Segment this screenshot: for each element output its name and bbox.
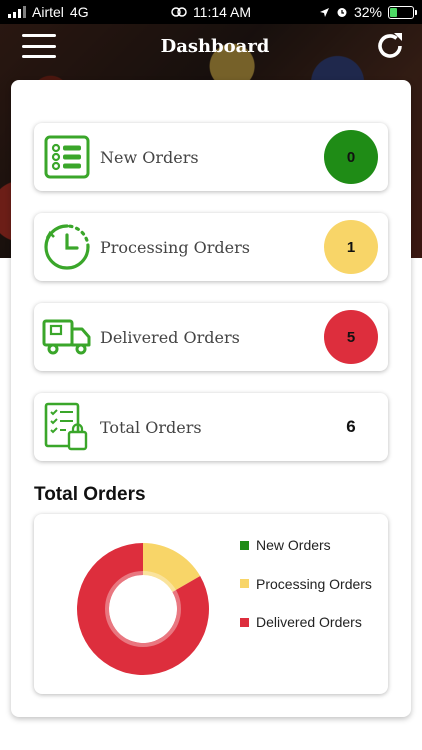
battery-icon: [388, 5, 417, 19]
legend-swatch: [240, 617, 249, 627]
chart-legend: New Orders Processing Orders Delivered Ord…: [240, 536, 372, 652]
legend-label: Processing Orders: [256, 575, 372, 592]
orders-donut-chart: [76, 543, 209, 675]
legend-label: Delivered Orders: [256, 614, 362, 630]
delivered-orders-label: Delivered Orders: [100, 327, 240, 347]
network-type: 4G: [69, 4, 89, 20]
clock-icon: [42, 222, 92, 272]
clock-time: 11:14 AM: [192, 4, 252, 20]
legend-item: Delivered Orders: [240, 613, 372, 631]
total-orders-label: Total Orders: [100, 417, 202, 437]
new-orders-label: New Orders: [100, 147, 199, 167]
carrier-name: Airtel: [32, 4, 64, 20]
processing-orders-label: Processing Orders: [100, 237, 250, 257]
dashboard-card: New Orders 0 Processing Orders 1 Deliver…: [11, 80, 411, 717]
page-title: Dashboard: [160, 35, 270, 57]
delivered-orders-count: 5: [324, 310, 378, 364]
signal-icon: [8, 6, 26, 18]
orders-chart-card: New Orders Processing Orders Delivered Ord…: [34, 514, 388, 694]
status-bar: Airtel 4G 11:14 AM 32%: [0, 0, 422, 24]
total-orders-count: 6: [346, 417, 356, 436]
app-bar: Dashboard: [0, 24, 422, 68]
refresh-icon[interactable]: [374, 30, 406, 62]
hamburger-icon: [22, 34, 56, 37]
legend-item: Processing Orders: [240, 575, 372, 593]
checklist-bag-icon: [42, 402, 92, 452]
new-orders-row[interactable]: New Orders 0: [34, 123, 388, 191]
legend-item: New Orders: [240, 536, 372, 554]
new-orders-count: 0: [324, 130, 378, 184]
battery-percent: 32%: [353, 4, 382, 20]
alarm-icon: [337, 8, 347, 17]
processing-orders-row[interactable]: Processing Orders 1: [34, 213, 388, 281]
list-icon: [42, 132, 92, 182]
delivered-orders-row[interactable]: Delivered Orders 5: [34, 303, 388, 371]
truck-icon: [42, 312, 92, 362]
link-icon: [171, 7, 187, 17]
total-orders-row[interactable]: Total Orders 6: [34, 393, 388, 461]
donut-inner-ring: [105, 571, 181, 647]
location-arrow-icon: [319, 7, 329, 17]
legend-label: New Orders: [256, 537, 331, 553]
legend-swatch: [240, 540, 249, 550]
chart-section-title: Total Orders: [34, 484, 146, 505]
menu-button[interactable]: [22, 34, 56, 58]
legend-swatch: [240, 579, 249, 588]
processing-orders-count: 1: [324, 220, 378, 274]
